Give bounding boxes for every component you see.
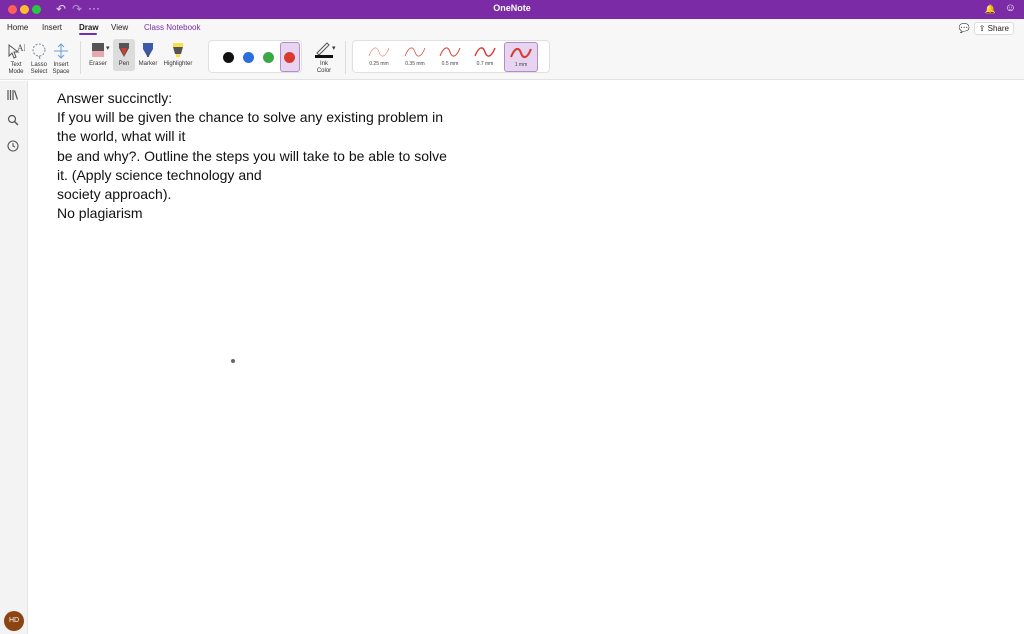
navigation-rail: HD: [0, 81, 28, 634]
ink-dot: [231, 359, 235, 363]
marker-label: Marker: [138, 61, 158, 67]
note-line: No plagiarism: [57, 205, 143, 222]
ribbon-divider: [345, 41, 346, 74]
notebooks-icon[interactable]: [7, 89, 19, 104]
recent-icon[interactable]: [7, 140, 19, 155]
insert-space-icon: [54, 43, 68, 59]
lasso-icon: [32, 43, 46, 60]
insert-space-label-1: Insert: [53, 62, 69, 68]
thickness-label: 1 mm: [514, 62, 528, 68]
search-icon[interactable]: [7, 114, 19, 129]
pen-label: Pen: [118, 61, 130, 67]
note-line: Answer succinctly:: [57, 90, 173, 106]
lasso-select-button[interactable]: Lasso Select: [28, 42, 50, 76]
ink-color-label-1: Ink: [319, 61, 328, 67]
thickness-label: 0.7 mm: [476, 61, 494, 67]
draw-ribbon: AI Text Mode Lasso Select Insert Space E…: [0, 37, 1024, 80]
stroke-1-icon: [510, 47, 532, 59]
text-mode-icon: AI: [8, 43, 25, 59]
eraser-chevron-down-icon[interactable]: ▾: [106, 45, 110, 52]
lasso-label-1: Lasso: [30, 62, 47, 68]
color-swatch-blue[interactable]: [243, 52, 254, 63]
comments-icon[interactable]: 💬: [959, 23, 970, 34]
title-bar: ↶ ↷ ··· OneNote 🔔 ☺: [0, 0, 1024, 19]
thickness-label: 0.35 mm: [405, 61, 425, 67]
ink-color-icon: [315, 42, 333, 58]
stroke-0.35-icon: [404, 47, 426, 57]
thickness-0.5mm[interactable]: 0.5 mm: [433, 42, 467, 72]
ribbon-tabs: Home Insert Draw View Class Notebook: [0, 19, 1024, 37]
lasso-label-2: Select: [30, 69, 48, 75]
note-line: the world, what will it: [57, 128, 186, 145]
note-page[interactable]: Answer succinctly: If you will be given …: [29, 81, 1024, 634]
highlighter-button[interactable]: Highlighter: [160, 41, 196, 68]
thickness-selector: 0.25 mm 0.35 mm 0.5 mm 0.7 mm 1 mm: [352, 40, 550, 73]
marker-button[interactable]: Marker: [137, 41, 159, 68]
thickness-label: 0.5 mm: [441, 61, 459, 67]
color-swatch-green[interactable]: [263, 52, 274, 63]
active-tab-indicator: [79, 33, 97, 35]
color-swatch-black[interactable]: [223, 52, 234, 63]
insert-space-label-2: Space: [52, 69, 70, 75]
note-line: If you will be given the chance to solve…: [57, 109, 443, 126]
app-title: OneNote: [493, 3, 531, 13]
share-label: Share: [987, 24, 1009, 33]
eraser-label: Eraser: [89, 61, 107, 67]
color-swatch-red-selected[interactable]: [280, 42, 300, 72]
color-swatch-red: [284, 52, 295, 63]
bell-icon[interactable]: 🔔: [985, 4, 996, 15]
note-line: be and why?. Outline the steps you will …: [57, 147, 447, 164]
note-text-block[interactable]: Answer succinctly: If you will be given …: [57, 89, 477, 223]
thickness-0.25mm[interactable]: 0.25 mm: [362, 42, 396, 72]
eraser-icon: [92, 43, 104, 57]
highlighter-label: Highlighter: [163, 61, 193, 67]
insert-space-button[interactable]: Insert Space: [50, 42, 72, 76]
stroke-0.7-icon: [474, 47, 496, 57]
ribbon-divider: [80, 41, 81, 74]
pen-icon: [119, 43, 129, 57]
thickness-0.35mm[interactable]: 0.35 mm: [398, 42, 432, 72]
tab-draw[interactable]: Draw: [79, 23, 99, 32]
svg-text:AI: AI: [17, 43, 25, 53]
marker-icon: [143, 43, 153, 57]
text-mode-label-1: Text: [10, 62, 22, 68]
note-line: it. (Apply science technology and: [57, 166, 262, 183]
tab-view[interactable]: View: [111, 23, 128, 32]
stroke-0.5-icon: [439, 47, 461, 57]
text-mode-button[interactable]: AI Text Mode: [5, 42, 27, 76]
pen-button[interactable]: Pen: [113, 39, 135, 71]
share-button[interactable]: ⇪ Share: [973, 22, 1014, 35]
note-line: society approach).: [57, 186, 172, 203]
avatar[interactable]: HD: [4, 611, 24, 631]
thickness-0.7mm[interactable]: 0.7 mm: [468, 42, 502, 72]
pen-color-palette: [208, 40, 302, 73]
ink-color-chevron-down-icon[interactable]: ▾: [332, 45, 336, 52]
tab-class-notebook[interactable]: Class Notebook: [144, 23, 200, 32]
tab-home[interactable]: Home: [7, 23, 28, 32]
thickness-1mm-selected[interactable]: 1 mm: [504, 42, 538, 72]
thickness-label: 0.25 mm: [369, 61, 389, 67]
smiley-icon[interactable]: ☺: [1005, 2, 1016, 14]
text-mode-label-2: Mode: [8, 69, 24, 75]
highlighter-icon: [173, 43, 183, 57]
stroke-0.25-icon: [368, 47, 390, 57]
tab-insert[interactable]: Insert: [42, 23, 62, 32]
ink-color-label-2: Color: [316, 68, 332, 74]
